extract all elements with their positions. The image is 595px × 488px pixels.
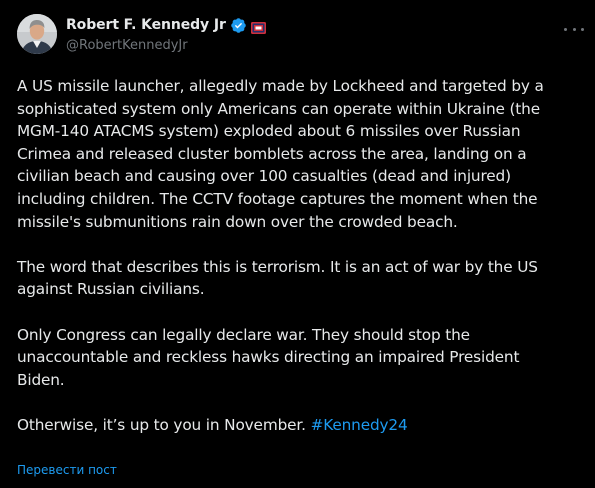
post-line: civilian beach and causing over 100 casu… (17, 167, 511, 186)
translate-post-link[interactable]: Перевести пост (17, 463, 117, 477)
more-options-icon[interactable] (564, 22, 584, 36)
avatar[interactable] (17, 14, 57, 54)
post-last-line-text: Otherwise, it’s up to you in November. (17, 415, 311, 434)
post-paragraph-2: The word that describes this is terroris… (17, 256, 583, 301)
post-line: A US missile launcher, allegedly made by… (17, 77, 544, 95)
post-line: The word that describes this is terroris… (17, 257, 538, 276)
post-line: Only Congress can legally declare war. T… (17, 325, 470, 344)
post-text: A US missile launcher, allegedly made by… (17, 75, 583, 437)
post-line: missile's submunitions rain down over th… (17, 212, 458, 231)
post-line: Biden. (17, 370, 65, 389)
verified-badge-icon[interactable] (230, 17, 247, 34)
post-line: unaccountable and reckless hawks directi… (17, 348, 520, 367)
post-line: including children. The CCTV footage cap… (17, 189, 538, 208)
hashtag-link[interactable]: #Kennedy24 (311, 416, 408, 434)
more-dot (564, 27, 567, 31)
more-dot (572, 27, 576, 31)
author-handle[interactable]: @RobertKennedyJr (66, 38, 188, 53)
post-paragraph-3: Only Congress can legally declare war. T… (17, 324, 583, 392)
post-line: Crimea and released cluster bomblets acr… (17, 144, 527, 163)
author-display-name[interactable]: Robert F. Kennedy Jr (66, 17, 226, 33)
post-line: sophisticated system only Americans can … (17, 99, 540, 118)
post-paragraph-1: A US missile launcher, allegedly made by… (17, 75, 583, 233)
post-paragraph-4: Otherwise, it’s up to you in November. #… (17, 414, 583, 437)
post-line: MGM-140 ATACMS system) exploded about 6 … (17, 122, 521, 141)
post-card: Robert F. Kennedy Jr @RobertKennedyJr A … (0, 0, 595, 488)
post-line: against Russian civilians. (17, 280, 205, 299)
flag-icon (250, 19, 266, 34)
author-name-row: Robert F. Kennedy Jr (66, 15, 266, 35)
more-dot (581, 27, 584, 31)
